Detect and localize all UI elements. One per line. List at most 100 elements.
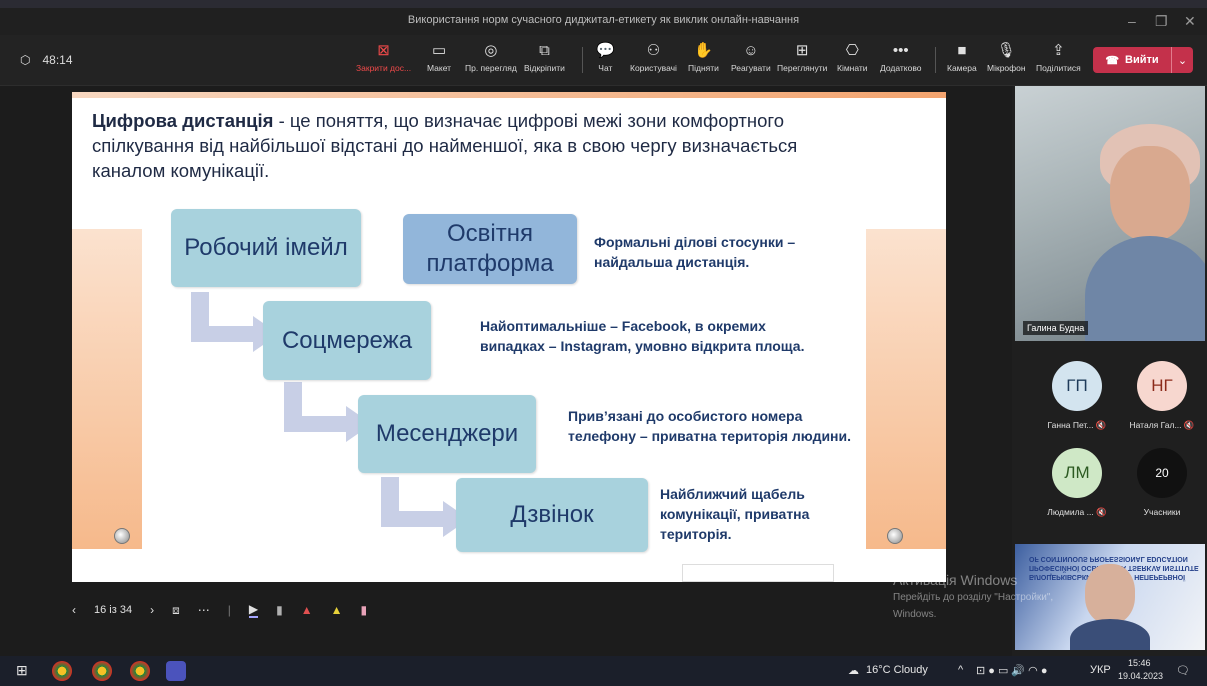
weather-text[interactable]: 16°C Cloudy (866, 664, 928, 676)
close-icon[interactable]: ✕ (1184, 13, 1196, 30)
participant-tile[interactable]: ГП Ганна Пет... 🔇 (1032, 361, 1122, 441)
note-formal: Формальні ділові стосунки – найдальша ди… (594, 234, 796, 270)
title-bar: Використання норм сучасного диджитал-ети… (0, 8, 1207, 35)
next-slide-icon[interactable]: › (150, 603, 154, 617)
participants-panel: Галина Будна ГП Ганна Пет... 🔇 НГ Наталя… (1012, 86, 1207, 656)
minimize-icon[interactable]: – (1128, 13, 1136, 29)
react-icon: ☺ (743, 42, 759, 59)
eraser-icon[interactable]: ▮ (360, 603, 367, 617)
window-title: Використання норм сучасного диджитал-ети… (407, 14, 800, 26)
popout-button[interactable]: ⧉ Відкріпити (524, 42, 565, 74)
top-strip (0, 0, 1207, 8)
chrome-icon[interactable] (52, 661, 72, 681)
windows-activation-watermark: Активація Windows Перейдіть до розділу "… (893, 572, 1054, 620)
leave-main[interactable]: ☎ Вийти (1093, 54, 1171, 67)
windows-taskbar: ⊞ ☁ 16°C Cloudy ^ ⊡ ● ▭ 🔊 ◠ ● УКР 15:46 … (0, 656, 1207, 686)
mic-muted-icon: 🔇 (1095, 420, 1107, 430)
timer-text: 48:14 (42, 53, 73, 67)
chevron-down-icon[interactable]: ⌄ (1171, 47, 1193, 73)
react-button[interactable]: ☺ Реагувати (731, 42, 771, 74)
slide-decoration (72, 229, 142, 549)
avatar: НГ (1137, 361, 1187, 411)
clock-time: 15:46 (1128, 658, 1151, 668)
stop-share-icon: ⊠ (377, 42, 390, 59)
mic-muted-icon: 🔇 (1183, 420, 1195, 430)
avatar: ГП (1052, 361, 1102, 411)
slide-decoration (866, 229, 946, 549)
rooms-button[interactable]: ⎔ Кімнати (837, 42, 868, 74)
note-messengers: Прив’язані до особистого номера телефону… (568, 408, 852, 444)
definition-text: Цифрова дистанція - це поняття, що визна… (92, 110, 798, 181)
laser-pointer-icon[interactable]: ▶ (248, 602, 259, 618)
popout-icon: ⧉ (539, 42, 550, 59)
leave-button[interactable]: ☎ Вийти ⌄ (1093, 47, 1193, 73)
chat-button[interactable]: 💬 Чат (596, 42, 615, 74)
divider: | (227, 603, 231, 617)
mic-button[interactable]: 🎙 Мікрофон (987, 42, 1026, 74)
box-messengers: Месенджери (358, 395, 536, 473)
box-call: Дзвінок (456, 478, 648, 552)
rooms-icon: ⎔ (845, 42, 859, 59)
presenter-view-icon: ◎ (484, 42, 498, 59)
more-icon: ••• (892, 42, 909, 59)
participant-tile[interactable]: ЛМ Людмила ... 🔇 (1032, 448, 1122, 528)
avatar: ЛМ (1052, 448, 1102, 498)
pen-icon[interactable]: ▮ (276, 603, 283, 617)
camera-button[interactable]: ■ Камера (947, 42, 977, 74)
slides-grid-icon[interactable]: ⧈ (172, 603, 180, 618)
toolbar-divider (935, 47, 936, 73)
slide-footer-box (682, 564, 834, 582)
slide-navigation: ‹ 16 із 34 › ⧈ ⋯ | ▶ ▮ ▲ ▲ ▮ (72, 598, 367, 622)
shield-icon: ⬡ (20, 53, 31, 67)
raise-hand-button[interactable]: ✋ Підняти (688, 43, 719, 74)
chat-icon: 💬 (596, 42, 615, 59)
share-icon: ⇪ (1052, 42, 1065, 59)
people-icon: ⚇ (646, 42, 661, 59)
notification-icon[interactable]: 🗨 (1176, 664, 1190, 677)
prev-slide-icon[interactable]: ‹ (72, 603, 76, 617)
maximize-icon[interactable]: ❐ (1155, 13, 1168, 30)
weather-icon: ☁ (848, 665, 859, 677)
view-icon: ⊞ (795, 42, 809, 59)
shared-content-stage: Цифрова дистанція - це поняття, що визна… (0, 86, 1012, 656)
clock-date: 19.04.2023 (1118, 671, 1164, 681)
presentation-slide: Цифрова дистанція - це поняття, що визна… (72, 92, 946, 582)
windows-start-icon[interactable]: ⊞ (16, 662, 28, 679)
participant-name: Галина Будна (1023, 321, 1089, 335)
presenter-view-button[interactable]: ◎ Пр. перегляд (465, 42, 517, 74)
box-social-network: Соцмережа (263, 301, 431, 380)
person-body (1085, 236, 1205, 341)
chrome-icon[interactable] (130, 661, 150, 681)
more-options-icon[interactable]: ⋯ (198, 603, 210, 617)
meeting-toolbar: ⬡ 48:14 ⊠ Закрити дос... ▭ Макет ◎ Пр. п… (0, 35, 1207, 86)
layout-button[interactable]: ▭ Макет (427, 42, 451, 74)
teams-icon[interactable] (166, 661, 186, 681)
phone-icon: ☎ (1105, 54, 1120, 67)
chrome-icon[interactable] (92, 661, 112, 681)
mic-muted-icon: 🔇 (1096, 507, 1107, 517)
toolbar-divider (582, 47, 583, 73)
layout-icon: ▭ (431, 42, 447, 59)
box-work-email: Робочий імейл (171, 209, 361, 287)
tray-chevron-icon[interactable]: ^ (958, 664, 963, 676)
view-button[interactable]: ⊞ Переглянути (777, 42, 827, 74)
more-button[interactable]: ••• Додатково (880, 42, 921, 74)
mic-icon: 🎙 (996, 42, 1016, 59)
pin-icon (887, 528, 903, 544)
main-participant-video[interactable]: Галина Будна (1015, 86, 1205, 341)
participants-count-tile[interactable]: 20 Учасники (1117, 448, 1207, 528)
pin-icon (114, 528, 130, 544)
note-call: Найближчий щабель комунікації, приватна … (660, 486, 810, 542)
language-indicator[interactable]: УКР (1090, 664, 1111, 676)
slide-decoration (72, 92, 946, 98)
participant-tile[interactable]: НГ Наталя Гал... 🔇 (1117, 361, 1207, 441)
stop-sharing-button[interactable]: ⊠ Закрити дос... (356, 42, 411, 74)
slide-counter: 16 із 34 (94, 604, 133, 616)
people-button[interactable]: ⚇ Користувачі (630, 42, 677, 74)
red-pen-icon[interactable]: ▲ (301, 603, 313, 617)
tray-icons[interactable]: ⊡ ● ▭ 🔊 ◠ ● (976, 664, 1047, 677)
camera-icon: ■ (957, 42, 967, 59)
note-social: Найоптимальніше – Facebook, в окремих ви… (480, 318, 805, 354)
share-button[interactable]: ⇪ Поділитися (1036, 42, 1081, 74)
highlighter-icon[interactable]: ▲ (331, 603, 343, 617)
